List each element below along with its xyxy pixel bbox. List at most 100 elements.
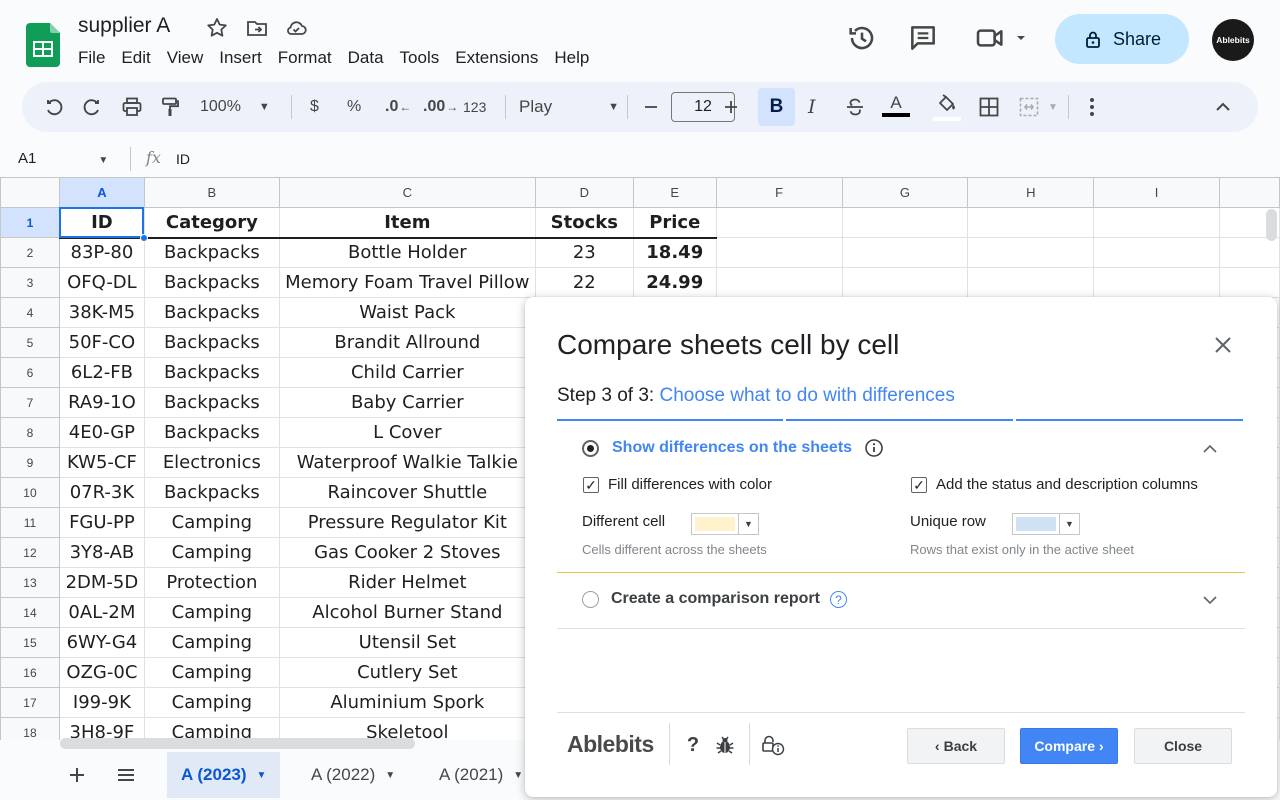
cell[interactable]: 83P-80 bbox=[58, 237, 145, 268]
cell[interactable]: Aluminium Spork bbox=[278, 687, 536, 718]
unique-row-color-picker[interactable]: ▼ bbox=[1012, 513, 1080, 535]
row-header[interactable]: 5 bbox=[0, 327, 60, 358]
column-header[interactable]: F bbox=[715, 177, 843, 208]
cell[interactable] bbox=[715, 207, 843, 238]
cell[interactable]: 38K-M5 bbox=[58, 297, 145, 328]
cell[interactable] bbox=[967, 207, 1095, 238]
increase-decimal-button[interactable]: .00 → bbox=[423, 95, 458, 119]
chevron-down-icon[interactable]: ▼ bbox=[257, 770, 267, 781]
share-button[interactable]: Share bbox=[1055, 14, 1189, 64]
borders-icon[interactable] bbox=[977, 95, 1001, 119]
chevron-up-icon[interactable] bbox=[1201, 440, 1219, 458]
cell[interactable]: Backpacks bbox=[143, 357, 280, 388]
font-size-increase-icon[interactable] bbox=[723, 95, 739, 119]
status-columns-label[interactable]: Add the status and description columns bbox=[936, 476, 1198, 493]
cell[interactable]: L Cover bbox=[278, 417, 536, 448]
cell[interactable]: Camping bbox=[143, 657, 280, 688]
chevron-down-icon[interactable]: ▼ bbox=[513, 770, 523, 781]
strikethrough-icon[interactable] bbox=[843, 95, 867, 119]
cell[interactable] bbox=[841, 207, 969, 238]
cell[interactable]: Camping bbox=[143, 507, 280, 538]
column-header[interactable]: I bbox=[1093, 177, 1220, 208]
cell[interactable]: Protection bbox=[143, 567, 280, 598]
undo-icon[interactable] bbox=[42, 95, 66, 119]
row-header[interactable]: 7 bbox=[0, 387, 60, 418]
cell[interactable]: 0AL-2M bbox=[58, 597, 145, 628]
meet-dropdown-icon[interactable] bbox=[1014, 31, 1028, 45]
cell[interactable]: 2DM-5D bbox=[58, 567, 145, 598]
move-to-folder-icon[interactable] bbox=[245, 16, 269, 40]
row-header[interactable]: 13 bbox=[0, 567, 60, 598]
cell[interactable]: 23 bbox=[534, 237, 634, 268]
row-header[interactable]: 4 bbox=[0, 297, 60, 328]
cell[interactable] bbox=[1093, 207, 1220, 238]
cell[interactable]: Electronics bbox=[143, 447, 280, 478]
cell[interactable]: 22 bbox=[534, 267, 634, 298]
cell[interactable]: Backpacks bbox=[143, 477, 280, 508]
row-header[interactable]: 6 bbox=[0, 357, 60, 388]
menu-help[interactable]: Help bbox=[546, 46, 597, 70]
status-columns-checkbox[interactable]: ✓ bbox=[911, 477, 927, 493]
cell[interactable] bbox=[715, 237, 843, 268]
menu-data[interactable]: Data bbox=[340, 46, 392, 70]
sheet-tab-a-2022[interactable]: A (2022) ▼ bbox=[297, 752, 409, 798]
cell[interactable]: 18.49 bbox=[632, 237, 717, 268]
row-header[interactable]: 8 bbox=[0, 417, 60, 448]
row-header[interactable]: 1 bbox=[0, 207, 60, 238]
paint-format-icon[interactable] bbox=[158, 95, 182, 119]
text-color-button[interactable]: A bbox=[882, 93, 910, 123]
header-cell[interactable]: Item bbox=[278, 207, 536, 239]
cell[interactable] bbox=[715, 267, 843, 298]
merge-dropdown-icon[interactable]: ▼ bbox=[1048, 95, 1058, 119]
comparison-report-label[interactable]: Create a comparison report bbox=[611, 590, 820, 608]
column-header[interactable] bbox=[1218, 177, 1280, 208]
cell[interactable] bbox=[841, 237, 969, 268]
column-header[interactable]: E bbox=[632, 177, 717, 208]
row-header[interactable]: 12 bbox=[0, 537, 60, 568]
cell[interactable] bbox=[1093, 267, 1220, 298]
menu-tools[interactable]: Tools bbox=[392, 46, 448, 70]
cell[interactable]: 24.99 bbox=[632, 267, 717, 298]
row-header[interactable]: 17 bbox=[0, 687, 60, 718]
avatar[interactable]: Ablebits bbox=[1212, 19, 1254, 61]
sheets-logo-icon[interactable] bbox=[26, 23, 60, 67]
column-header[interactable]: B bbox=[143, 177, 280, 208]
show-differences-radio[interactable] bbox=[582, 440, 599, 457]
font-size-decrease-icon[interactable] bbox=[643, 95, 659, 119]
cell[interactable]: Brandit Allround bbox=[278, 327, 536, 358]
collapse-toolbar-icon[interactable] bbox=[1212, 95, 1234, 119]
cell[interactable]: 6L2-FB bbox=[58, 357, 145, 388]
fill-differences-label[interactable]: Fill differences with color bbox=[608, 476, 772, 493]
cell[interactable]: Baby Carrier bbox=[278, 387, 536, 418]
cell[interactable] bbox=[967, 267, 1095, 298]
row-header[interactable]: 11 bbox=[0, 507, 60, 538]
more-formats-button[interactable]: 123 bbox=[463, 95, 486, 119]
decrease-decimal-button[interactable]: .0 ← bbox=[385, 95, 411, 119]
row-header[interactable]: 18 bbox=[0, 717, 60, 740]
fill-color-icon[interactable] bbox=[933, 92, 961, 122]
cell[interactable]: Memory Foam Travel Pillow bbox=[278, 267, 536, 298]
cell[interactable]: 6WY-G4 bbox=[58, 627, 145, 658]
cell[interactable]: 3H8-9F bbox=[58, 717, 145, 740]
cell[interactable]: I99-9K bbox=[58, 687, 145, 718]
cell[interactable]: Rider Helmet bbox=[278, 567, 536, 598]
menu-format[interactable]: Format bbox=[270, 46, 340, 70]
column-header[interactable]: D bbox=[534, 177, 634, 208]
select-all-corner[interactable] bbox=[0, 177, 60, 208]
redo-icon[interactable] bbox=[80, 95, 104, 119]
column-header[interactable]: C bbox=[278, 177, 536, 208]
cell[interactable]: Backpacks bbox=[143, 387, 280, 418]
cell[interactable] bbox=[1093, 237, 1220, 268]
cell[interactable]: Cutlery Set bbox=[278, 657, 536, 688]
italic-button[interactable]: I bbox=[808, 95, 816, 119]
chevron-down-icon[interactable]: ▼ bbox=[385, 770, 395, 781]
sheet-tab-a-2021[interactable]: A (2021) ▼ bbox=[425, 752, 537, 798]
sheet-tab-a-2023[interactable]: A (2023) ▼ bbox=[167, 752, 281, 798]
fill-differences-checkbox[interactable]: ✓ bbox=[583, 477, 599, 493]
header-cell[interactable]: Stocks bbox=[534, 207, 634, 239]
cell[interactable]: Backpacks bbox=[143, 267, 280, 298]
cell[interactable]: Alcohol Burner Stand bbox=[278, 597, 536, 628]
row-header[interactable]: 14 bbox=[0, 597, 60, 628]
cell[interactable]: Skeletool bbox=[278, 717, 536, 740]
privacy-lock-info-icon[interactable] bbox=[760, 734, 786, 756]
